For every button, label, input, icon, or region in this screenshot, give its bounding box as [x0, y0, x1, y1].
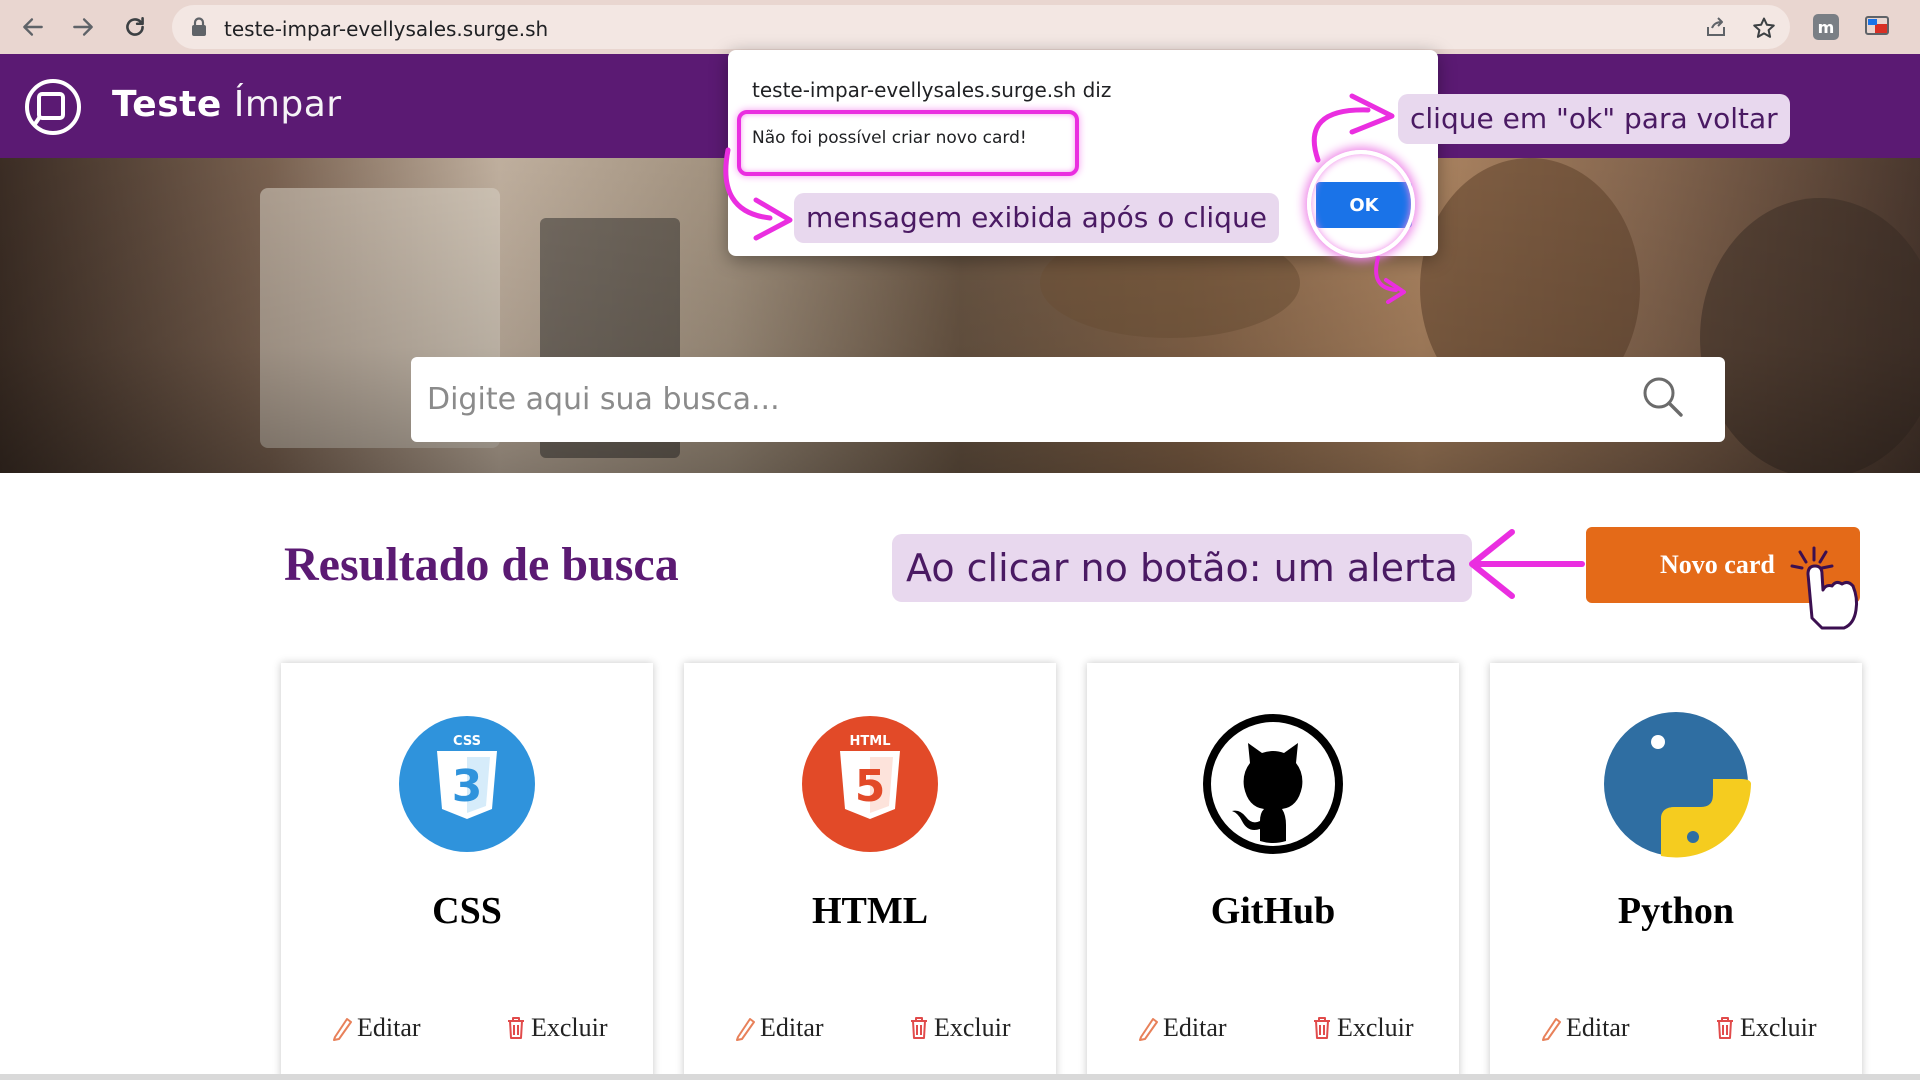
card-actions: Editar Excluir — [1087, 1013, 1459, 1053]
svg-text:3: 3 — [452, 761, 483, 812]
back-arrow-icon[interactable] — [14, 8, 52, 46]
extension-cast-icon[interactable] — [1864, 13, 1892, 41]
card-title: Python — [1617, 890, 1735, 932]
pencil-icon — [1139, 1018, 1158, 1041]
search-icon[interactable] — [1641, 375, 1685, 424]
logo-text-light: Ímpar — [233, 84, 342, 125]
pencil-icon — [736, 1018, 755, 1041]
edit-label: Editar — [1163, 1013, 1227, 1042]
edit-button[interactable]: Editar — [331, 1013, 421, 1043]
search-input[interactable] — [427, 375, 1607, 423]
browser-toolbar: teste-impar-evellysales.surge.sh m — [0, 0, 1920, 54]
pencil-icon — [1542, 1018, 1561, 1041]
svg-text:CSS: CSS — [453, 734, 481, 749]
python-icon — [1601, 709, 1751, 859]
svg-text:5: 5 — [855, 761, 886, 812]
trash-icon — [1314, 1017, 1330, 1039]
delete-button[interactable]: Excluir — [908, 1013, 1011, 1043]
delete-label: Excluir — [531, 1013, 608, 1042]
css3-icon: CSS 3 — [392, 709, 542, 859]
page: teste-impar-evellysales.surge.sh m Teste… — [0, 0, 1920, 1080]
html5-icon: HTML 5 — [795, 709, 945, 859]
github-icon — [1198, 709, 1348, 859]
extension-m-icon[interactable]: m — [1812, 13, 1840, 41]
delete-button[interactable]: Excluir — [1311, 1013, 1414, 1043]
forward-arrow-icon[interactable] — [64, 8, 102, 46]
edit-button[interactable]: Editar — [1540, 1013, 1630, 1043]
delete-label: Excluir — [1740, 1013, 1817, 1042]
trash-icon — [1717, 1017, 1733, 1039]
message-highlight — [737, 110, 1079, 176]
delete-button[interactable]: Excluir — [505, 1013, 608, 1043]
card-github: GitHub Editar Excluir — [1087, 663, 1459, 1080]
svg-text:m: m — [1818, 18, 1835, 37]
results-title: Resultado de busca — [284, 538, 679, 591]
card-title: HTML — [811, 890, 929, 932]
pencil-icon — [333, 1018, 352, 1041]
card-title: CSS — [432, 890, 502, 932]
horizontal-scrollbar[interactable] — [0, 1074, 1920, 1080]
svg-text:HTML: HTML — [850, 734, 891, 749]
edit-label: Editar — [1566, 1013, 1630, 1042]
card-actions: Editar Excluir — [281, 1013, 653, 1053]
card-actions: Editar Excluir — [684, 1013, 1056, 1053]
edit-label: Editar — [357, 1013, 421, 1042]
arrowhead-button-note — [1469, 529, 1515, 599]
logo-icon[interactable] — [24, 78, 82, 136]
logo-text-bold: Teste — [112, 84, 222, 125]
ok-highlight — [1307, 150, 1415, 258]
reload-icon[interactable] — [116, 8, 154, 46]
card-python: Python Editar Excluir — [1490, 663, 1862, 1080]
delete-button[interactable]: Excluir — [1714, 1013, 1817, 1043]
trash-icon — [508, 1017, 524, 1039]
new-card-button[interactable]: Novo card — [1586, 527, 1860, 603]
edit-button[interactable]: Editar — [1137, 1013, 1227, 1043]
logo-text[interactable]: Teste Ímpar — [112, 84, 342, 125]
card-html: HTML 5 HTML Editar Excluir — [684, 663, 1056, 1080]
url-text[interactable]: teste-impar-evellysales.surge.sh — [224, 17, 548, 41]
trash-icon — [911, 1017, 927, 1039]
delete-label: Excluir — [934, 1013, 1011, 1042]
search-bar — [411, 357, 1725, 442]
share-icon[interactable] — [1704, 16, 1728, 45]
edit-button[interactable]: Editar — [734, 1013, 824, 1043]
alert-origin: teste-impar-evellysales.surge.sh diz — [752, 78, 1112, 102]
card-actions: Editar Excluir — [1490, 1013, 1862, 1053]
note-click-ok: clique em "ok" para voltar — [1398, 94, 1790, 144]
address-bar[interactable]: teste-impar-evellysales.surge.sh — [172, 5, 1790, 49]
star-icon[interactable] — [1752, 16, 1776, 45]
card-css: CSS 3 CSS Editar Excluir — [281, 663, 653, 1080]
card-title: GitHub — [1210, 890, 1336, 932]
note-message-shown: mensagem exibida após o clique — [794, 193, 1279, 243]
delete-label: Excluir — [1337, 1013, 1414, 1042]
lock-icon[interactable] — [190, 17, 208, 42]
edit-label: Editar — [760, 1013, 824, 1042]
note-button-alert: Ao clicar no botão: um alerta — [892, 534, 1472, 602]
